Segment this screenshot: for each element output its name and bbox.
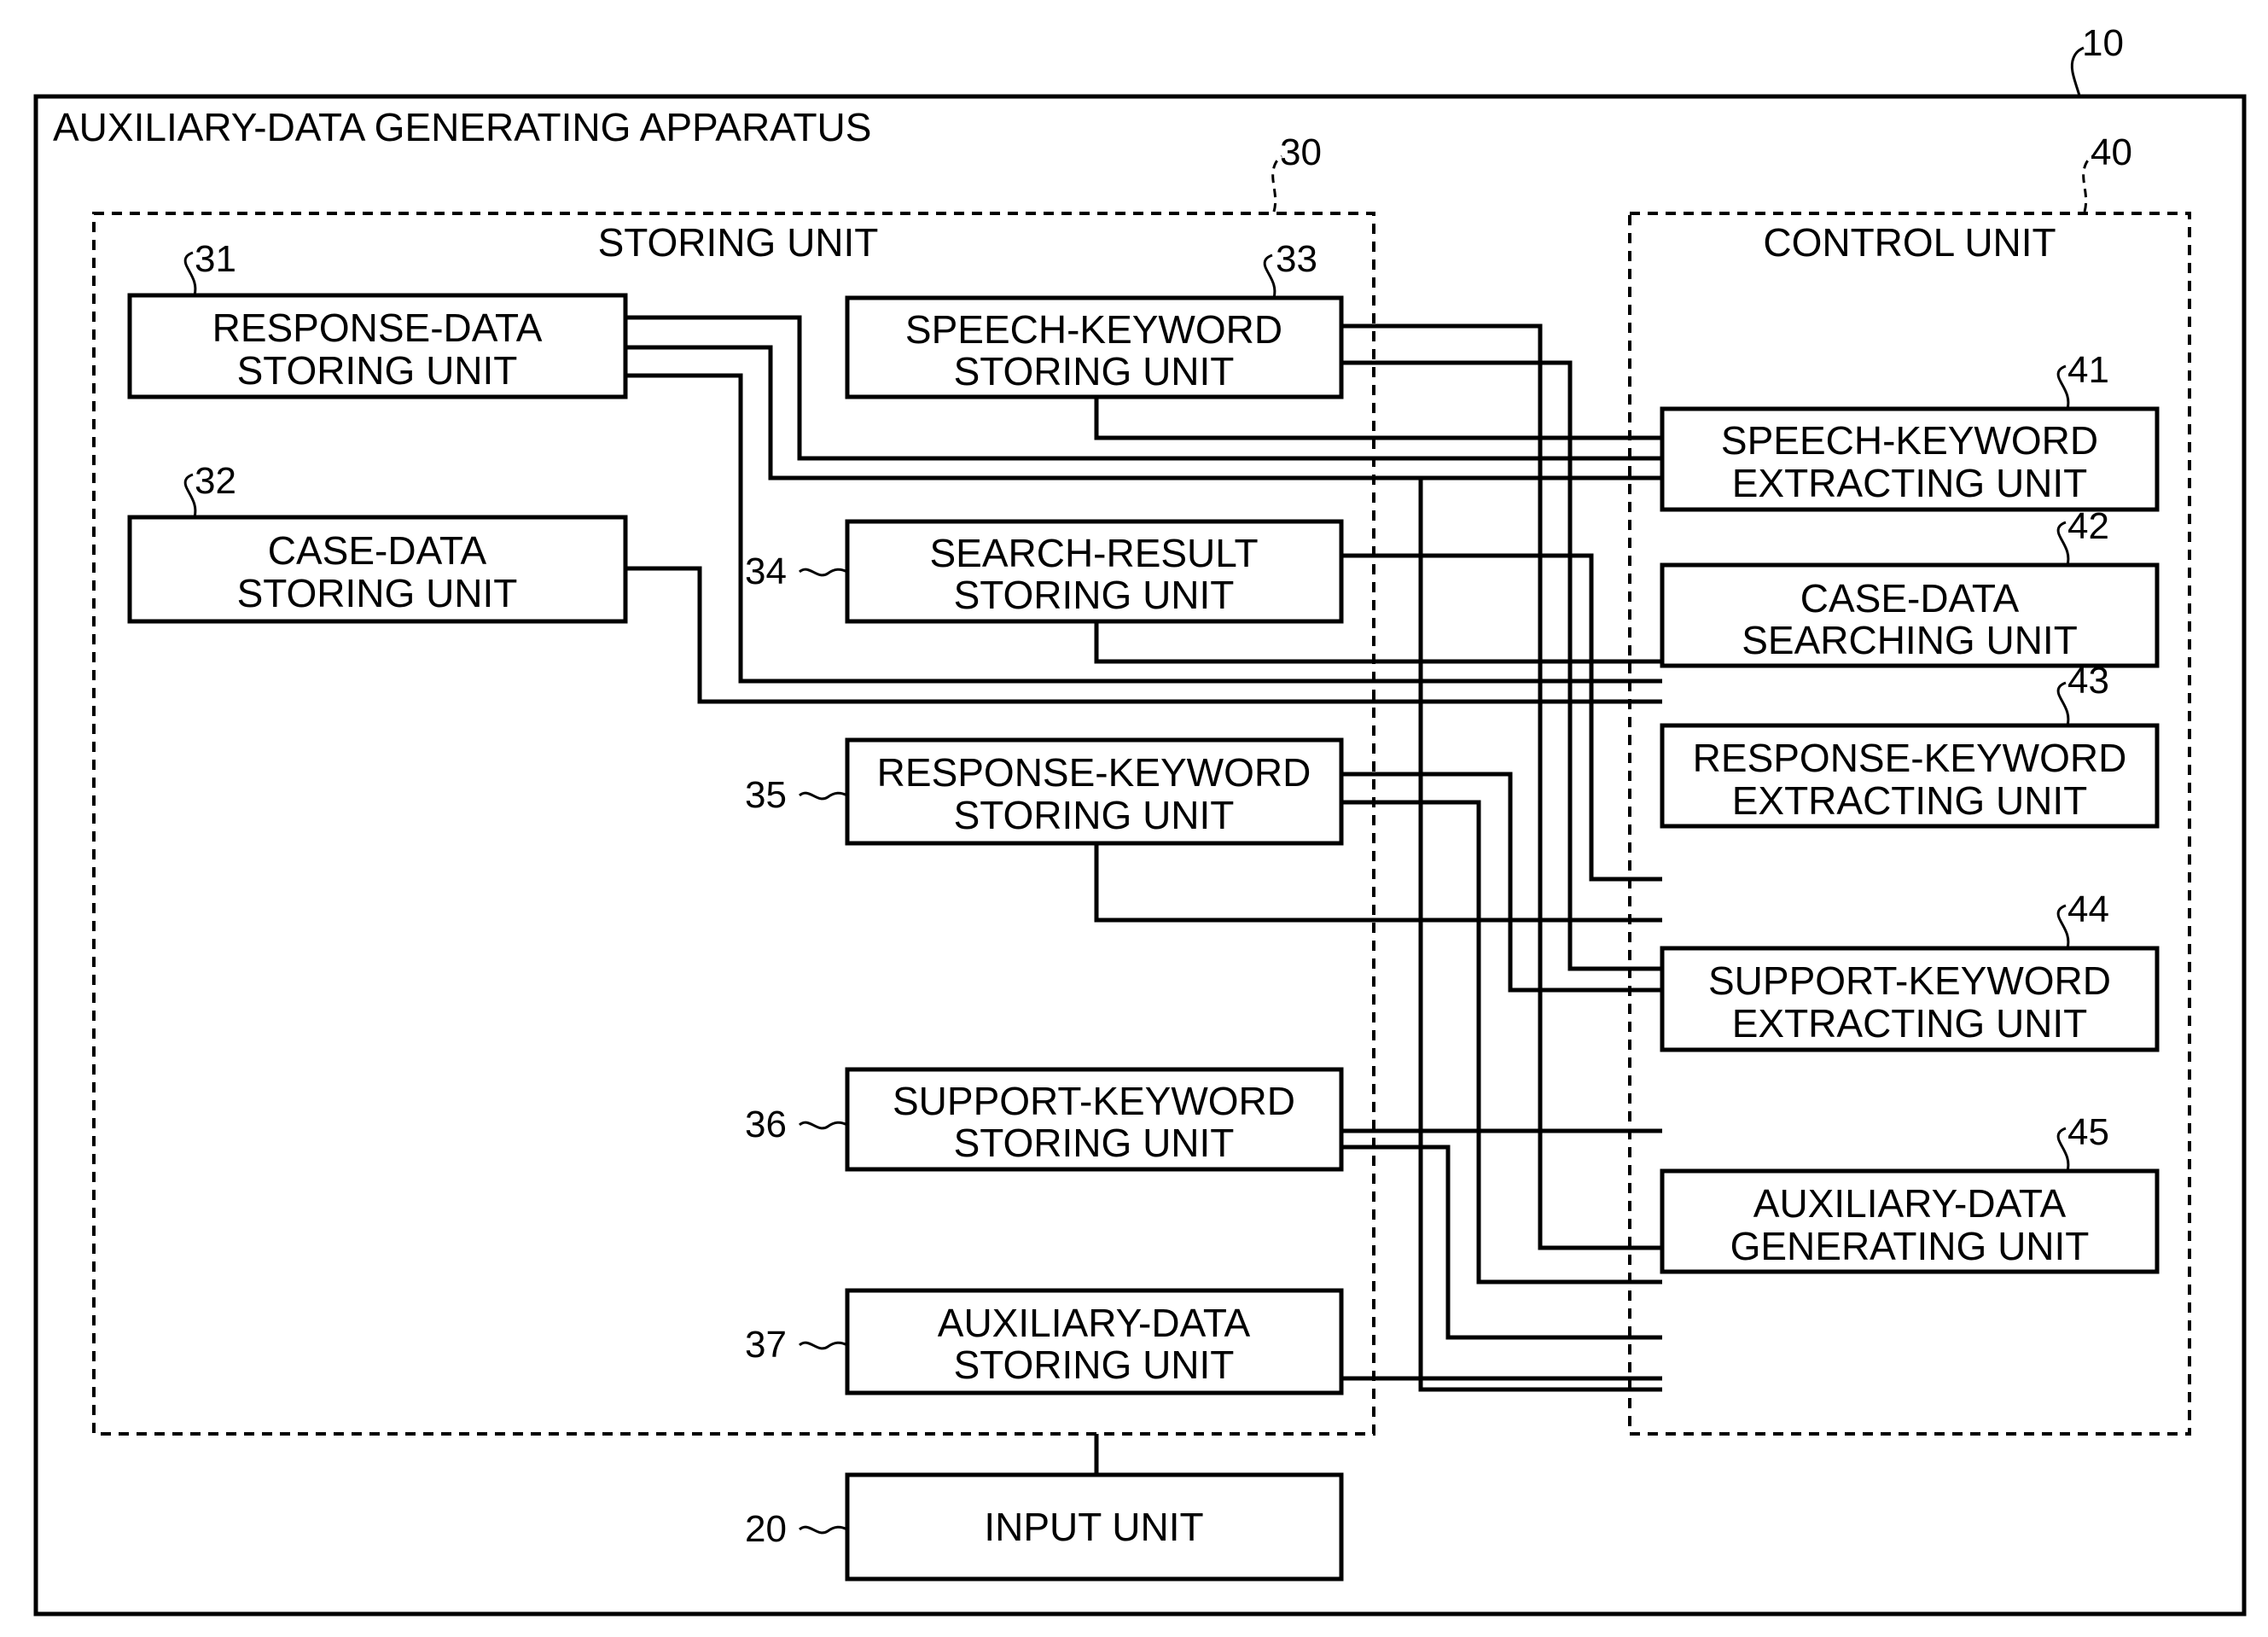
block-37-line2: STORING UNIT xyxy=(954,1343,1235,1387)
ref-leader-20 xyxy=(798,1525,848,1535)
ref-label-42: 42 xyxy=(2067,505,2109,547)
wire-35-to-44 xyxy=(1341,772,1662,993)
ref-label-32: 32 xyxy=(195,460,236,502)
ref-leader-37 xyxy=(798,1341,848,1350)
block-45-line2: GENERATING UNIT xyxy=(1730,1224,2090,1268)
block-41[interactable]: SPEECH-KEYWORD EXTRACTING UNIT 41 xyxy=(1660,349,2160,512)
block-37-line1: AUXILIARY-DATA xyxy=(938,1301,1251,1345)
block-44[interactable]: SUPPORT-KEYWORD EXTRACTING UNIT 44 xyxy=(1660,888,2160,1052)
ref-label-36: 36 xyxy=(745,1104,787,1145)
ref-label-33: 33 xyxy=(1276,238,1317,280)
ref-leader-34 xyxy=(798,568,848,577)
block-20[interactable]: INPUT UNIT 20 xyxy=(745,1472,1344,1582)
ref-label-30: 30 xyxy=(1280,131,1322,173)
block-45-line1: AUXILIARY-DATA xyxy=(1753,1181,2067,1226)
block-37[interactable]: AUXILIARY-DATA STORING UNIT 37 xyxy=(745,1288,1344,1395)
block-33[interactable]: SPEECH-KEYWORD STORING UNIT 33 xyxy=(845,238,1344,399)
ref-label-20: 20 xyxy=(745,1508,787,1550)
block-36[interactable]: SUPPORT-KEYWORD STORING UNIT 36 xyxy=(745,1067,1344,1172)
block-35-line2: STORING UNIT xyxy=(954,793,1235,837)
ref-leader-35 xyxy=(798,791,848,801)
block-36-line2: STORING UNIT xyxy=(954,1121,1235,1165)
block-35[interactable]: RESPONSE-KEYWORD STORING UNIT 35 xyxy=(745,737,1344,846)
ref-leader-36 xyxy=(798,1121,848,1130)
ref-label-10: 10 xyxy=(2082,22,2124,64)
ref-label-45: 45 xyxy=(2067,1111,2109,1153)
block-31-line2: STORING UNIT xyxy=(237,348,518,393)
block-44-line2: EXTRACTING UNIT xyxy=(1732,1001,2088,1046)
block-34-line1: SEARCH-RESULT xyxy=(929,531,1258,575)
block-32-line1: CASE-DATA xyxy=(268,528,487,573)
block-34[interactable]: SEARCH-RESULT STORING UNIT 34 xyxy=(745,519,1344,624)
control-unit-title: CONTROL UNIT xyxy=(1763,220,2056,265)
ref-label-44: 44 xyxy=(2067,888,2109,930)
wire-33-to-45 xyxy=(1341,323,1662,1250)
block-32[interactable]: CASE-DATA STORING UNIT 32 xyxy=(127,460,628,624)
wire-34-to-43 xyxy=(1341,553,1662,882)
block-41-line2: EXTRACTING UNIT xyxy=(1732,461,2088,505)
block-31-line1: RESPONSE-DATA xyxy=(212,306,543,350)
ref-label-41: 41 xyxy=(2067,349,2109,391)
ref-label-35: 35 xyxy=(745,774,787,816)
ref-label-40: 40 xyxy=(2091,131,2132,173)
wire-36-to-45 xyxy=(1341,1145,1662,1340)
block-33-line1: SPEECH-KEYWORD xyxy=(905,307,1282,352)
block-42[interactable]: CASE-DATA SEARCHING UNIT 42 xyxy=(1660,505,2160,668)
block-43[interactable]: RESPONSE-KEYWORD EXTRACTING UNIT 43 xyxy=(1660,660,2160,829)
storing-unit-title: STORING UNIT xyxy=(598,220,879,265)
wire-35-to-45 xyxy=(1341,800,1662,1285)
block-34-line2: STORING UNIT xyxy=(954,573,1235,617)
ref-label-31: 31 xyxy=(195,238,236,280)
wire-33-to-41 xyxy=(1094,397,1662,440)
apparatus-title: AUXILIARY-DATA GENERATING APPARATUS xyxy=(53,105,871,149)
block-36-line1: SUPPORT-KEYWORD xyxy=(893,1079,1295,1123)
block-44-line1: SUPPORT-KEYWORD xyxy=(1708,958,2111,1003)
block-45[interactable]: AUXILIARY-DATA GENERATING UNIT 45 xyxy=(1660,1111,2160,1274)
block-32-line2: STORING UNIT xyxy=(237,571,518,615)
ref-leader-33 xyxy=(1263,253,1276,299)
ref-label-37: 37 xyxy=(745,1324,787,1366)
wire-34-to-42 xyxy=(1094,621,1662,664)
block-42-line1: CASE-DATA xyxy=(1800,576,2020,620)
block-42-line2: SEARCHING UNIT xyxy=(1742,618,2078,662)
wire-35-to-43 xyxy=(1094,843,1662,923)
block-diagram: AUXILIARY-DATA GENERATING APPARATUS 10 S… xyxy=(33,22,2247,1617)
block-43-line2: EXTRACTING UNIT xyxy=(1732,778,2088,823)
block-35-line1: RESPONSE-KEYWORD xyxy=(877,750,1311,795)
block-33-line2: STORING UNIT xyxy=(954,349,1235,393)
input-unit-label: INPUT UNIT xyxy=(984,1505,1203,1549)
block-43-line1: RESPONSE-KEYWORD xyxy=(1693,736,2127,780)
block-31[interactable]: RESPONSE-DATA STORING UNIT 31 xyxy=(127,238,628,399)
block-41-line1: SPEECH-KEYWORD xyxy=(1721,418,2098,463)
ref-label-43: 43 xyxy=(2067,660,2109,702)
ref-label-34: 34 xyxy=(745,551,787,592)
